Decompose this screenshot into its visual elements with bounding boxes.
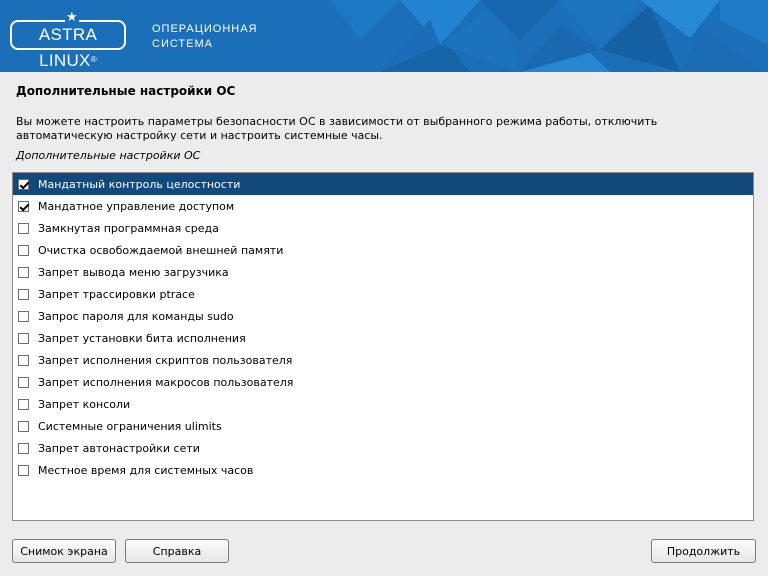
subtitle-line-2: СИСТЕМА bbox=[152, 38, 213, 50]
description-line-1: Вы можете настроить параметры безопаснос… bbox=[16, 115, 658, 128]
option-label: Очистка освобождаемой внешней памяти bbox=[38, 243, 284, 257]
option-label: Запрет установки бита исполнения bbox=[38, 331, 246, 345]
option-label: Запрет трассировки ptrace bbox=[38, 287, 195, 301]
checkbox[interactable] bbox=[18, 266, 29, 278]
option-label: Запрет исполнения скриптов пользователя bbox=[38, 353, 293, 367]
option-label: Замкнутая программная среда bbox=[38, 221, 219, 235]
option-label: Запрет автонастройки сети bbox=[38, 441, 200, 455]
screenshot-button[interactable]: Снимок экрана bbox=[12, 539, 116, 563]
star-icon: ★ bbox=[65, 9, 79, 24]
option-item[interactable]: Запрос пароля для команды sudo bbox=[13, 305, 753, 327]
option-item[interactable]: Запрет консоли bbox=[13, 393, 753, 415]
option-label: Запрет консоли bbox=[38, 397, 131, 411]
list-caption: Дополнительные настройки ОС bbox=[16, 149, 201, 162]
page-title: Дополнительные настройки ОС bbox=[16, 84, 236, 98]
option-label: Запрет вывода меню загрузчика bbox=[38, 265, 229, 279]
option-item[interactable]: Замкнутая программная среда bbox=[13, 217, 753, 239]
option-item[interactable]: Запрет вывода меню загрузчика bbox=[13, 261, 753, 283]
option-label: Мандатное управление доступом bbox=[38, 199, 235, 213]
os-subtitle: ОПЕРАЦИОННАЯ СИСТЕМА bbox=[152, 22, 258, 52]
registered-mark: ® bbox=[90, 55, 97, 64]
checkbox[interactable] bbox=[18, 442, 29, 454]
option-item[interactable]: Запрет автонастройки сети bbox=[13, 437, 753, 459]
option-item[interactable]: Очистка освобождаемой внешней памяти bbox=[13, 239, 753, 261]
checkbox[interactable] bbox=[18, 288, 29, 300]
description-line-2: автоматическую настройку сети и настроит… bbox=[16, 129, 383, 142]
checkbox[interactable] bbox=[18, 310, 29, 322]
description: Вы можете настроить параметры безопаснос… bbox=[16, 115, 736, 143]
option-item[interactable]: Мандатный контроль целостности bbox=[13, 173, 753, 195]
astra-linux-logo: ★ ASTRA LINUX® bbox=[10, 10, 126, 70]
checkbox[interactable] bbox=[18, 244, 29, 256]
options-list[interactable]: Мандатный контроль целостности Мандатное … bbox=[12, 172, 754, 521]
option-item[interactable]: Мандатное управление доступом bbox=[13, 195, 753, 217]
option-item[interactable]: Системные ограничения ulimits bbox=[13, 415, 753, 437]
option-item[interactable]: Запрет трассировки ptrace bbox=[13, 283, 753, 305]
checkbox[interactable] bbox=[18, 200, 29, 212]
checkbox[interactable] bbox=[18, 420, 29, 432]
checkbox[interactable] bbox=[18, 398, 29, 410]
checkbox[interactable] bbox=[18, 332, 29, 344]
option-item[interactable]: Запрет исполнения макросов пользователя bbox=[13, 371, 753, 393]
logo-text: ASTRA LINUX bbox=[38, 25, 98, 70]
option-label: Местное время для системных часов bbox=[38, 463, 254, 477]
option-label: Системные ограничения ulimits bbox=[38, 419, 222, 433]
subtitle-line-1: ОПЕРАЦИОННАЯ bbox=[152, 23, 258, 35]
header-banner: ★ ASTRA LINUX® ОПЕРАЦИОННАЯ СИСТЕМА bbox=[0, 0, 768, 72]
checkbox[interactable] bbox=[18, 376, 29, 388]
option-label: Запрос пароля для команды sudo bbox=[38, 309, 234, 323]
option-item[interactable]: Запрет установки бита исполнения bbox=[13, 327, 753, 349]
continue-button[interactable]: Продолжить bbox=[651, 539, 756, 563]
checkbox[interactable] bbox=[18, 464, 29, 476]
checkbox[interactable] bbox=[18, 178, 29, 190]
option-label: Мандатный контроль целостности bbox=[38, 177, 241, 191]
help-button[interactable]: Справка bbox=[125, 539, 229, 563]
checkbox[interactable] bbox=[18, 222, 29, 234]
option-item[interactable]: Запрет исполнения скриптов пользователя bbox=[13, 349, 753, 371]
checkbox[interactable] bbox=[18, 354, 29, 366]
option-item[interactable]: Местное время для системных часов bbox=[13, 459, 753, 481]
option-label: Запрет исполнения макросов пользователя bbox=[38, 375, 294, 389]
